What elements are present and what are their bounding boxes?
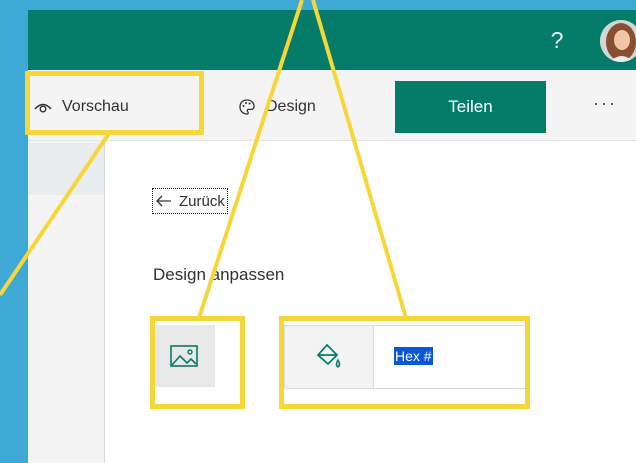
eye-icon [34,103,52,113]
paint-bucket-icon [316,343,341,368]
user-avatar[interactable] [600,20,636,62]
back-label: Zurück [179,192,225,210]
image-icon [170,345,198,367]
design-label: Design [266,98,316,115]
user-photo-icon [600,20,636,62]
help-button[interactable]: ? [545,24,569,56]
command-toolbar: Vorschau Design Teilen ··· [28,70,636,141]
hex-input-selected-text: Hex # [394,347,433,365]
preview-label: Vorschau [62,98,129,115]
arrow-left-icon [156,195,171,207]
custom-color-control: Hex # [284,325,528,389]
left-pane [28,141,105,463]
share-button[interactable]: Teilen [395,81,546,133]
design-button[interactable]: Design [238,92,316,122]
palette-icon [239,99,255,115]
back-button[interactable]: Zurück [152,188,228,214]
left-pane-selected-row[interactable] [28,143,104,195]
background-image-button[interactable] [153,325,215,387]
fill-color-button[interactable] [285,326,374,388]
hex-color-input[interactable]: Hex # [394,346,514,368]
more-options-button[interactable]: ··· [588,88,622,122]
preview-button[interactable]: Vorschau [34,92,129,122]
theme-panel: Zurück Design anpassen Hex # [105,141,636,463]
section-title: Design anpassen [153,265,285,284]
top-header-bar: ? [28,10,636,70]
forms-app-window: ? Vorschau Design Teilen ··· Zurück Desi… [28,10,636,463]
